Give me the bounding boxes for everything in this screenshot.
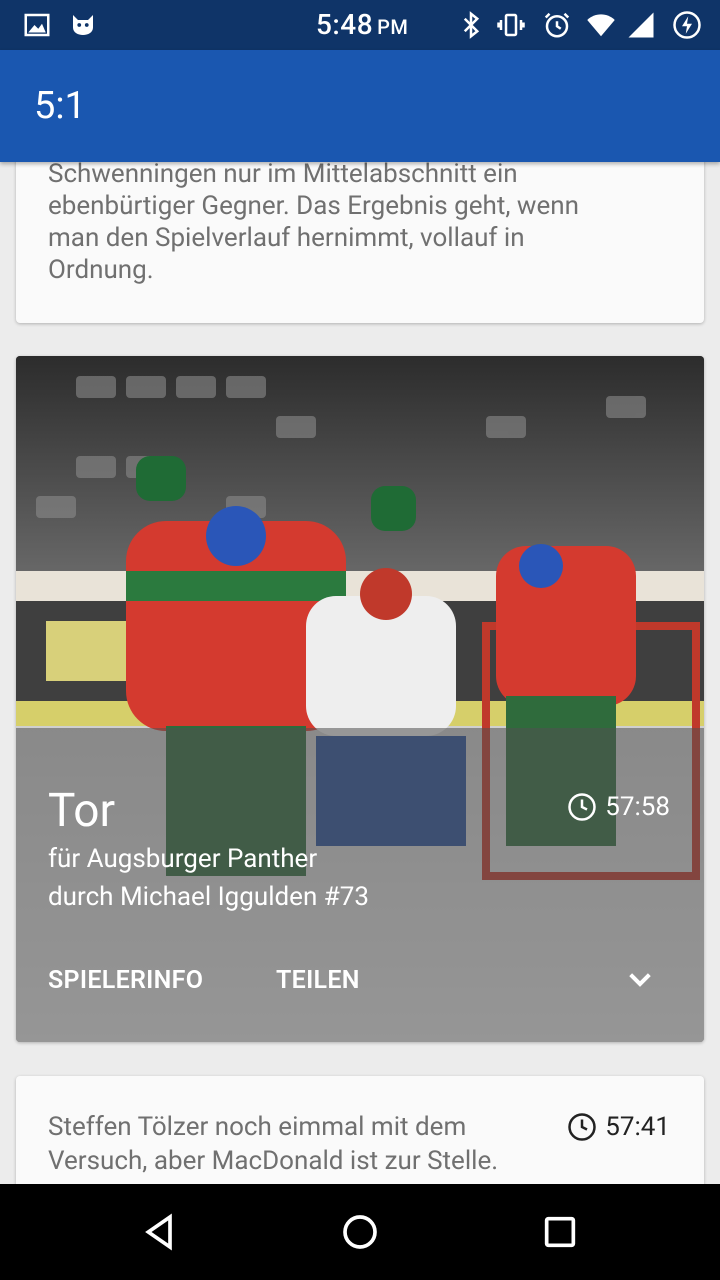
event-time: 57:41 [567, 1112, 670, 1142]
vibrate-icon [497, 13, 525, 37]
home-icon[interactable] [340, 1212, 380, 1252]
battery-charging-icon [673, 11, 701, 39]
playerinfo-button[interactable]: SPIELERINFO [48, 966, 203, 995]
event-time: 57:58 [567, 792, 670, 822]
status-bar: 5:48 PM [0, 0, 720, 50]
image-icon [24, 13, 50, 37]
share-button[interactable]: TEILEN [276, 966, 360, 995]
bluetooth-icon [463, 11, 480, 39]
status-time: 5:48 PM [316, 8, 409, 41]
clock-icon [568, 793, 596, 821]
goal-scorer: durch Michael Iggulden #73 [48, 882, 370, 912]
chevron-down-icon[interactable] [624, 964, 656, 996]
app-bar: 5:1 [0, 50, 720, 162]
clock-icon [568, 1113, 596, 1141]
wifi-icon [587, 14, 615, 37]
navigation-bar [0, 1184, 720, 1280]
back-icon[interactable] [140, 1212, 180, 1252]
event-type: Tor [48, 784, 116, 838]
cat-icon [73, 15, 93, 35]
goal-card[interactable]: Tor 57:58 für Augsburger Panther durch M… [16, 356, 704, 1042]
signal-icon [628, 12, 654, 38]
goal-team: für Augsburger Panther [48, 844, 318, 874]
ticker-text: Schwenningen nur im Mittelabschnitt ein … [48, 159, 579, 285]
alarm-icon [544, 12, 570, 38]
recents-icon[interactable] [540, 1212, 580, 1252]
ticker-text: Steffen Tölzer noch eimmal mit dem Versu… [48, 1112, 499, 1176]
score-title: 5:1 [34, 84, 86, 128]
